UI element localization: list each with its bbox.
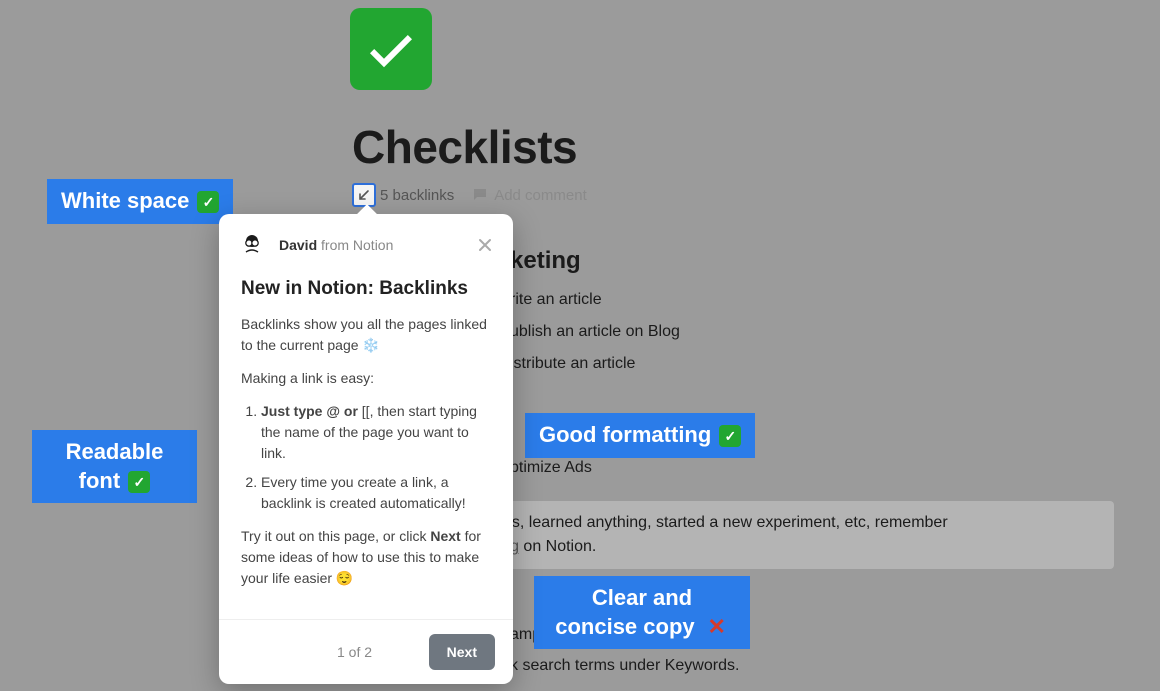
backlinks-count: 5 backlinks bbox=[380, 187, 454, 204]
annotation-whitespace: White space ✓ bbox=[47, 179, 233, 224]
callout-text: on Notion. bbox=[519, 538, 596, 555]
next-button[interactable]: Next bbox=[429, 634, 495, 670]
popover-title: New in Notion: Backlinks bbox=[219, 270, 513, 314]
check-icon: ✓ bbox=[197, 191, 219, 213]
checklist-item[interactable]: rite an article bbox=[510, 291, 602, 309]
add-comment-label: Add comment bbox=[494, 187, 587, 204]
checklist-item[interactable]: istribute an article bbox=[510, 355, 635, 373]
page-meta-row: 5 backlinks Add comment bbox=[352, 183, 587, 207]
popover-body: Backlinks show you all the pages linked … bbox=[219, 314, 513, 619]
popover-footer: 1 of 2 Next bbox=[219, 619, 513, 684]
section-marketing-heading[interactable]: keting bbox=[510, 247, 581, 275]
avatar-icon bbox=[237, 230, 267, 260]
check-icon: ✓ bbox=[128, 471, 150, 493]
popover-step: Just type @ or [[, then start typing the… bbox=[261, 401, 491, 464]
avatar bbox=[237, 230, 267, 260]
checklist-item[interactable]: ublish an article on Blog bbox=[510, 323, 680, 341]
close-button[interactable] bbox=[475, 235, 495, 255]
popover-paragraph: Making a link is easy: bbox=[241, 368, 491, 389]
popover-header: David from Notion bbox=[219, 214, 513, 270]
comment-icon bbox=[472, 187, 488, 203]
annotation-readable-font: Readable font ✓ bbox=[32, 430, 197, 503]
add-comment-button[interactable]: Add comment bbox=[472, 187, 587, 204]
close-icon bbox=[478, 238, 492, 252]
checklist-item[interactable]: ptimize Ads bbox=[510, 459, 592, 477]
x-icon: ✕ bbox=[705, 616, 729, 640]
annotation-clear-copy: Clear andconcise copy ✕ bbox=[534, 576, 750, 649]
step-indicator: 1 of 2 bbox=[337, 644, 372, 660]
popover-paragraph: Backlinks show you all the pages linked … bbox=[241, 314, 491, 356]
onboarding-popover: David from Notion New in Notion: Backlin… bbox=[219, 214, 513, 684]
popover-paragraph: Try it out on this page, or click Next f… bbox=[241, 526, 491, 589]
check-icon: ✓ bbox=[719, 425, 741, 447]
backlink-arrow-icon bbox=[352, 183, 376, 207]
page-title[interactable]: Checklists bbox=[352, 120, 577, 174]
checkmark-icon bbox=[363, 21, 419, 77]
annotation-good-formatting: Good formatting ✓ bbox=[525, 413, 755, 458]
popover-author: David from Notion bbox=[279, 237, 393, 253]
backlinks-button[interactable]: 5 backlinks bbox=[352, 183, 454, 207]
page-icon[interactable] bbox=[350, 8, 432, 90]
popover-step: Every time you create a link, a backlink… bbox=[261, 472, 491, 514]
text-keywords[interactable]: k search terms under Keywords. bbox=[510, 657, 739, 675]
